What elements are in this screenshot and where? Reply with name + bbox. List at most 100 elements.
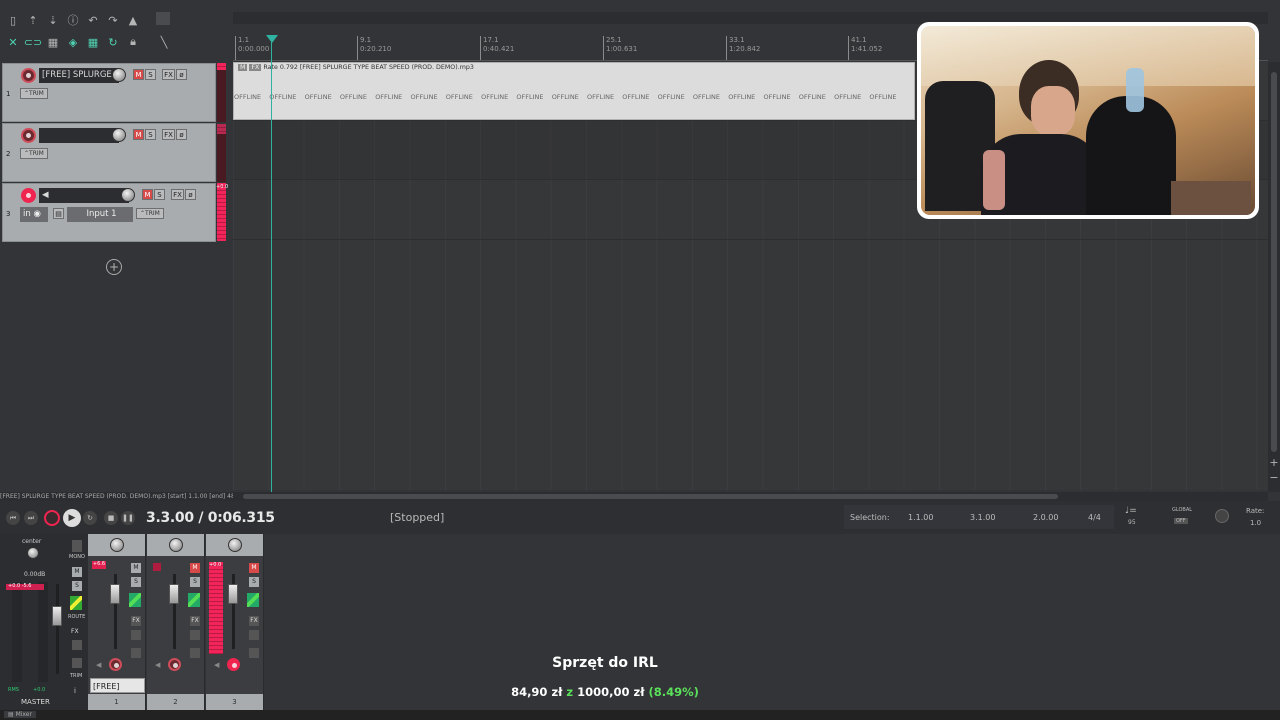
env-icon[interactable] (188, 593, 200, 607)
mixer-strip-3[interactable]: +0.0 M S FX ◀ 3 (206, 534, 264, 710)
master-trim-icon[interactable] (72, 658, 82, 668)
metronome-icon[interactable]: ▲ (125, 12, 141, 28)
trim-button[interactable]: ⌃TRIM (20, 148, 48, 159)
speaker-icon[interactable]: ◀ (214, 661, 219, 669)
vertical-scrollbar[interactable]: + − (1268, 62, 1280, 492)
open-project-icon[interactable]: ⇡ (25, 12, 41, 28)
volume-fader[interactable] (169, 584, 179, 604)
trim-button[interactable]: ⌃TRIM (136, 208, 164, 219)
info-icon[interactable]: i (74, 687, 76, 695)
rate-value[interactable]: 1.0 (1250, 519, 1261, 527)
speaker-icon[interactable]: ◀ (96, 661, 101, 669)
new-project-icon[interactable]: ▯ (5, 12, 21, 28)
selection-length[interactable]: 2.0.00 (1033, 513, 1058, 522)
redo-icon[interactable]: ↷ (105, 12, 121, 28)
master-menu-icon[interactable] (72, 540, 82, 552)
fx-button[interactable]: FX (190, 616, 200, 626)
env-icon[interactable] (129, 593, 141, 607)
undo-icon[interactable]: ↶ (85, 12, 101, 28)
solo-button[interactable]: S (249, 577, 259, 587)
phase-button[interactable]: ø (176, 129, 187, 140)
mute-button[interactable]: M (249, 563, 259, 573)
trim-button[interactable]: ⌃TRIM (20, 88, 48, 99)
master-mute-button[interactable]: M (72, 567, 82, 577)
project-settings-icon[interactable]: ⓘ (65, 12, 81, 28)
master-fader[interactable] (52, 606, 62, 626)
trim-icon[interactable] (249, 648, 259, 658)
add-track-icon[interactable]: + (106, 259, 122, 275)
master-env-icon[interactable] (70, 596, 82, 610)
volume-fader[interactable] (228, 584, 238, 604)
mute-button[interactable]: M (133, 69, 144, 80)
route-button[interactable]: ROUTE (68, 614, 85, 620)
record-arm-button[interactable] (21, 128, 36, 143)
mute-button[interactable]: M (142, 189, 153, 200)
horizontal-scrollbar[interactable] (233, 492, 1268, 501)
go-to-start-icon[interactable]: ⏮ (6, 511, 20, 525)
volume-knob[interactable] (112, 68, 126, 82)
scroll-thumb[interactable] (1271, 72, 1277, 452)
mixer-strip-2[interactable]: M S FX ◀ 2 (147, 534, 205, 710)
edit-cursor[interactable] (271, 40, 272, 492)
track-1-header[interactable]: 1 [FREE] SPLURGE TYPE BEAT SPEED (PROD. … (2, 63, 216, 122)
phase-button[interactable]: ø (176, 69, 187, 80)
mixer-tab[interactable]: ▤ Mixer (4, 711, 36, 718)
master-pan-knob[interactable] (27, 547, 39, 559)
pan-knob[interactable] (169, 538, 183, 552)
bpm-value[interactable]: 95 (1128, 519, 1136, 526)
fx-button[interactable]: FX (162, 129, 175, 140)
item-grouping-icon[interactable]: ⊂⊃ (24, 34, 42, 50)
master-fx-button[interactable]: FX (71, 628, 79, 635)
phase-button[interactable]: ø (185, 189, 196, 200)
track-name[interactable]: [FREE] SPLURGE TYPE BEAT SPEED (PROD. DE… (39, 68, 119, 83)
media-item[interactable]: M FX Rate 0.792 [FREE] SPLURGE TYPE BEAT S… (233, 62, 915, 120)
edit-cursor-marker[interactable] (266, 35, 278, 43)
snap-icon[interactable]: ▦ (45, 34, 61, 50)
solo-button[interactable]: S (145, 69, 156, 80)
record-icon[interactable] (44, 510, 60, 526)
global-state[interactable]: OFF (1174, 518, 1188, 524)
input-type-icon[interactable]: ▤ (53, 208, 64, 219)
input-select[interactable]: Input 1 (67, 207, 133, 222)
track-2-header[interactable]: 2 M S FX ø ⌃TRIM (2, 123, 216, 182)
phase-icon[interactable] (190, 630, 200, 640)
time-signature[interactable]: 4/4 (1088, 513, 1101, 522)
mute-button[interactable]: M (190, 563, 200, 573)
volume-knob[interactable] (121, 188, 135, 202)
repeat-icon[interactable]: ↻ (83, 511, 97, 525)
env-icon[interactable] (247, 593, 259, 607)
record-arm-button[interactable] (21, 188, 36, 203)
mute-button[interactable]: M (133, 129, 144, 140)
pause-icon[interactable]: ❚❚ (121, 511, 135, 525)
auto-crossfade-icon[interactable]: ◈ (65, 34, 81, 50)
record-arm-button[interactable] (227, 658, 240, 671)
fx-button[interactable]: FX (162, 69, 175, 80)
volume-fader[interactable] (110, 584, 120, 604)
pan-knob[interactable] (110, 538, 124, 552)
record-arm-button[interactable] (168, 658, 181, 671)
zoom-out-icon[interactable]: − (1268, 471, 1280, 484)
fx-button[interactable]: FX (249, 616, 259, 626)
master-phase-icon[interactable] (72, 640, 82, 650)
mute-button[interactable]: M (131, 563, 141, 573)
track-3-header[interactable]: 3 ◀ M S FX ø in ◉ ▤ Input 1 ⌃TRIM (2, 183, 216, 242)
volume-knob[interactable] (112, 128, 126, 142)
record-arm-button[interactable] (21, 68, 36, 83)
envelope-tool-icon[interactable]: ╲ (156, 34, 172, 50)
playrate-knob[interactable] (1215, 509, 1229, 523)
solo-button[interactable]: S (145, 129, 156, 140)
mixer-strip-1[interactable]: +6.6 M S FX ◀ [FREE] SPLUR 1 (88, 534, 146, 710)
grid-icon[interactable]: ▦ (85, 34, 101, 50)
zoom-in-icon[interactable]: + (1268, 456, 1280, 469)
track-name[interactable] (39, 128, 119, 143)
lock-icon[interactable]: 🔒︎ (125, 34, 141, 50)
go-to-end-icon[interactable]: ⏭ (24, 511, 38, 525)
mono-button[interactable]: MONO (69, 554, 85, 560)
trim-icon[interactable] (190, 648, 200, 658)
fx-button[interactable]: FX (171, 189, 184, 200)
play-icon[interactable]: ▶ (63, 509, 81, 527)
phase-icon[interactable] (249, 630, 259, 640)
loop-icon[interactable]: ↻ (105, 34, 121, 50)
extra-toolbar-icon[interactable] (156, 12, 170, 25)
solo-button[interactable]: S (131, 577, 141, 587)
